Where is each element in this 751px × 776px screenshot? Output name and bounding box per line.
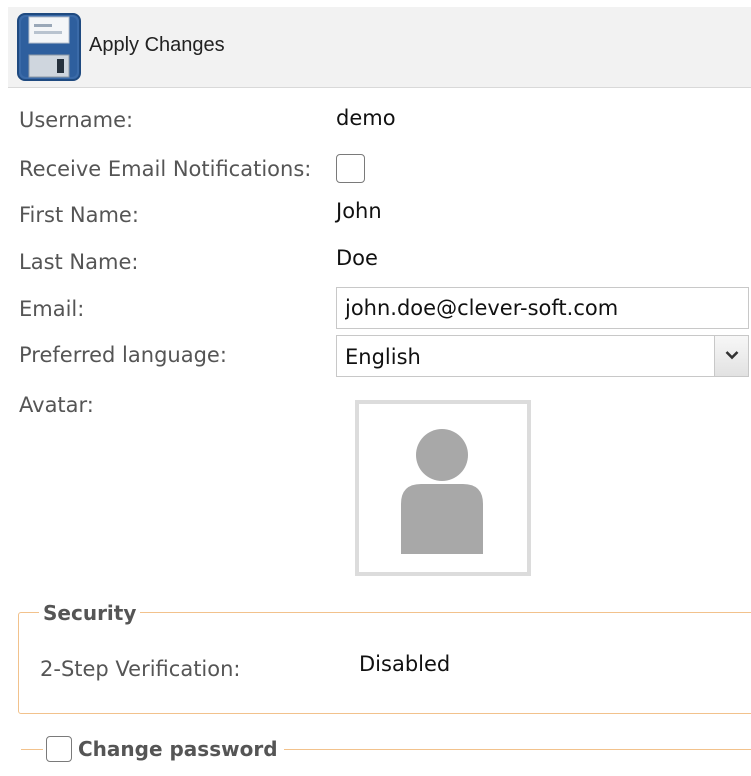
email-label: Email: xyxy=(19,297,85,321)
user-silhouette-icon xyxy=(401,429,483,554)
username-label: Username: xyxy=(19,108,134,132)
select-dropdown-button[interactable] xyxy=(714,336,748,376)
email-field[interactable] xyxy=(336,287,749,329)
security-legend: Security xyxy=(39,601,141,625)
username-value: demo xyxy=(336,106,396,130)
first-name-label: First Name: xyxy=(19,203,139,227)
avatar-label: Avatar: xyxy=(19,393,94,417)
preferred-language-select[interactable]: English xyxy=(336,335,749,377)
preferred-language-label: Preferred language: xyxy=(19,343,227,367)
change-password-divider-right xyxy=(284,749,751,750)
avatar[interactable] xyxy=(355,400,531,576)
preferred-language-value: English xyxy=(345,345,421,369)
two-step-verification-value: Disabled xyxy=(359,652,451,676)
first-name-value: John xyxy=(336,199,382,223)
apply-changes-button[interactable]: Apply Changes xyxy=(89,34,225,57)
chevron-down-icon xyxy=(725,351,739,360)
change-password-checkbox[interactable] xyxy=(46,736,72,762)
user-settings-page: Apply Changes Username: demo Receive Ema… xyxy=(0,0,751,776)
change-password-divider-left xyxy=(21,749,43,750)
last-name-label: Last Name: xyxy=(19,250,139,274)
last-name-value: Doe xyxy=(336,246,378,270)
toolbar: Apply Changes xyxy=(8,7,751,88)
change-password-legend[interactable]: Change password xyxy=(74,737,282,761)
two-step-verification-label: 2-Step Verification: xyxy=(40,657,241,681)
email-notifications-label: Receive Email Notifications: xyxy=(19,157,312,181)
email-notifications-checkbox[interactable] xyxy=(336,154,365,183)
floppy-disk-icon[interactable] xyxy=(17,13,81,81)
